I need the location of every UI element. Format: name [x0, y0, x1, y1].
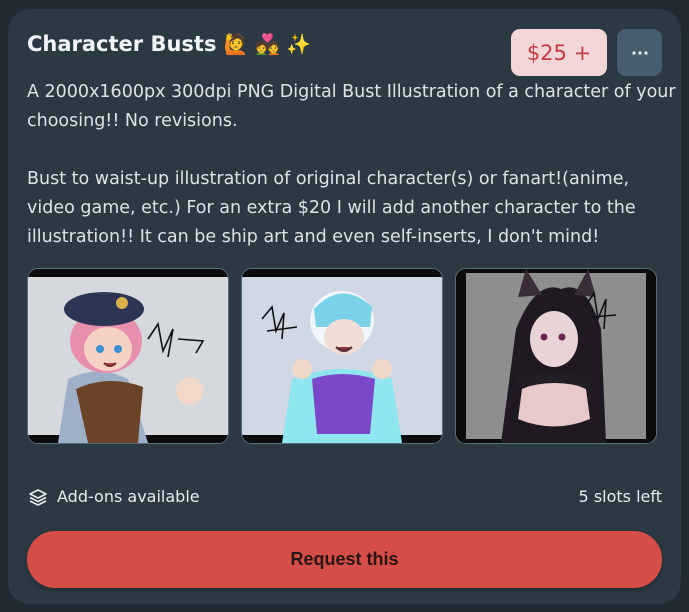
- card-title: Character Busts 🙋 💑 ✨: [27, 32, 311, 56]
- card-description: A 2000x1600px 300dpi PNG Digital Bust Il…: [27, 78, 677, 252]
- slots-remaining: 5 slots left: [578, 487, 662, 506]
- example-image-3[interactable]: [455, 268, 657, 444]
- description-paragraph: A 2000x1600px 300dpi PNG Digital Bust Il…: [27, 82, 676, 131]
- price-badge: $25 +: [511, 29, 607, 76]
- example-gallery: [27, 268, 657, 446]
- title-text: Character Busts: [27, 32, 217, 56]
- title-emojis: 🙋 💑 ✨: [223, 32, 312, 56]
- description-paragraph: Bust to waist-up illustration of origina…: [27, 169, 636, 247]
- layers-icon: [28, 488, 48, 506]
- ellipsis-icon: [631, 50, 648, 55]
- example-image-1[interactable]: [27, 268, 229, 444]
- addons-indicator: Add-ons available: [28, 487, 200, 506]
- more-options-button[interactable]: [617, 29, 662, 76]
- example-image-2[interactable]: [241, 268, 443, 444]
- request-button[interactable]: Request this: [27, 531, 662, 588]
- addons-label: Add-ons available: [57, 487, 200, 506]
- commission-card: Character Busts 🙋 💑 ✨ $25 + A 2000x1600p…: [8, 9, 681, 604]
